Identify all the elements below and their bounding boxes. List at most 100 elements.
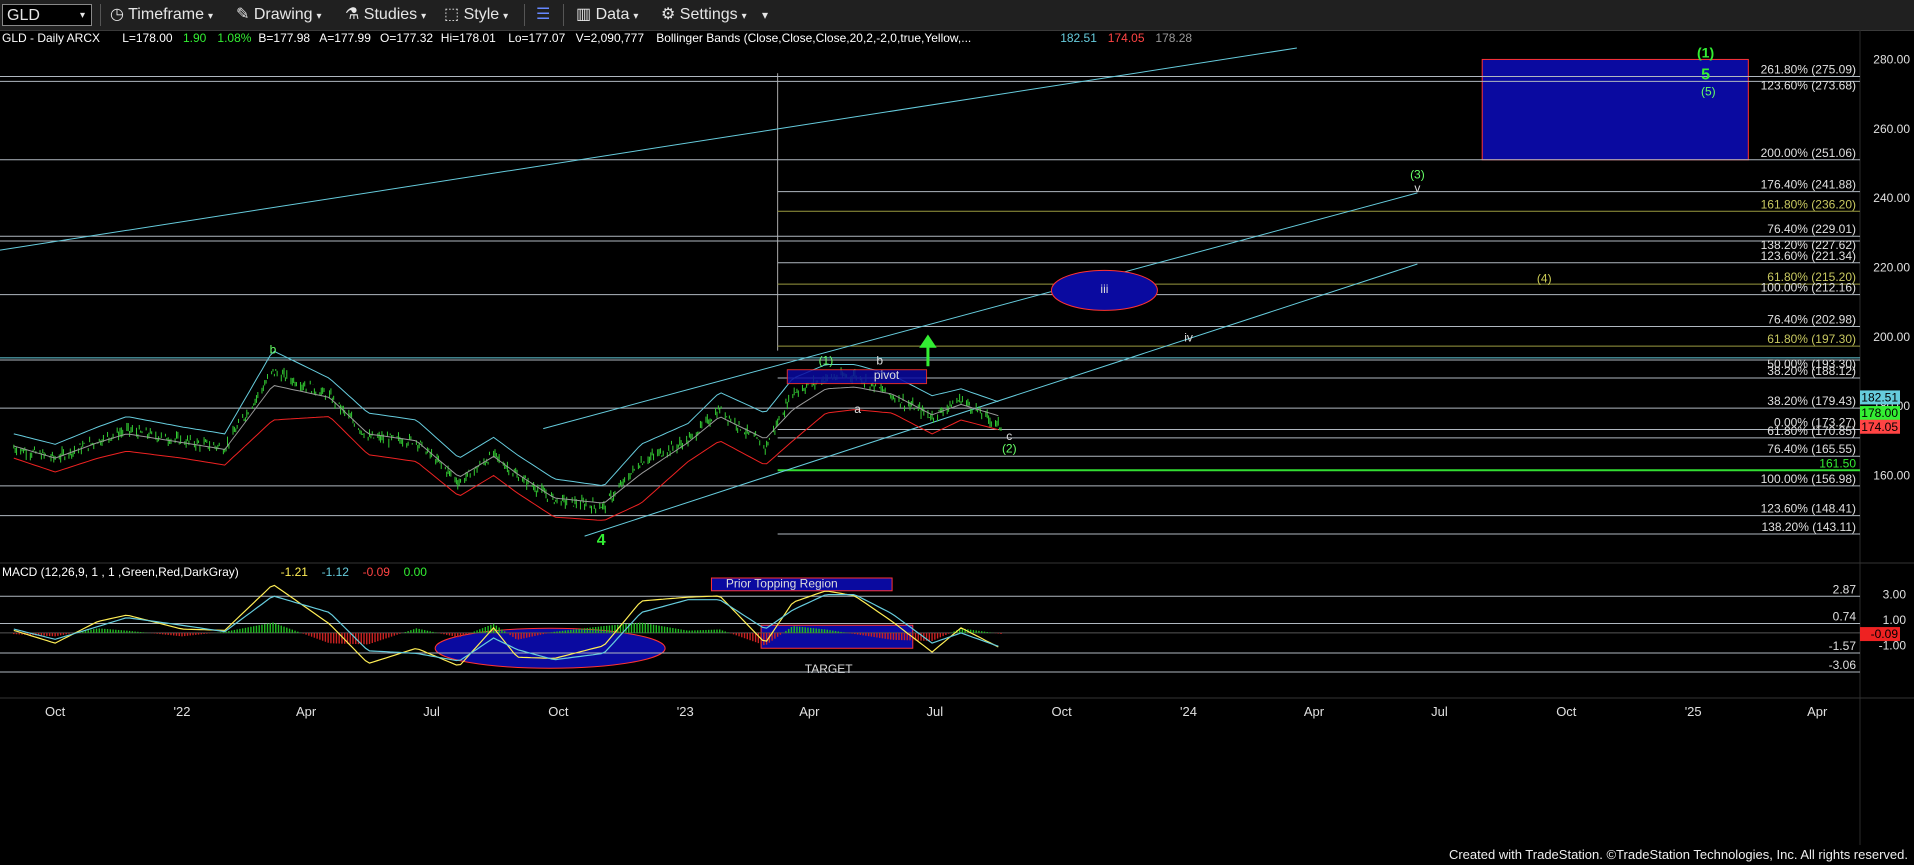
x-axis-tick: '22 bbox=[174, 704, 191, 719]
chevron-down-icon: ▾ bbox=[503, 11, 509, 22]
x-axis-tick: Apr bbox=[799, 704, 820, 719]
x-axis-tick: '24 bbox=[1180, 704, 1197, 719]
fib-label-13: 38.20% (188.12) bbox=[1767, 364, 1856, 378]
pivot-box bbox=[786, 369, 928, 385]
layout-icon: ☰ bbox=[536, 6, 551, 23]
x-axis-tick: Oct bbox=[45, 704, 66, 719]
wave-label-wave_iv: iv bbox=[1184, 331, 1193, 345]
prior-topping-label: Prior Topping Region bbox=[726, 577, 838, 591]
chevron-down-icon: ▾ bbox=[421, 11, 427, 22]
chevron-down-icon: ▾ bbox=[79, 10, 85, 21]
header-value-2: 1.90 bbox=[183, 31, 207, 45]
symbol-selector[interactable]: GLD ▾ bbox=[2, 4, 92, 26]
header-value-6: O=177.32 bbox=[380, 31, 433, 45]
drawing-label: Drawing bbox=[253, 6, 313, 23]
symbol-value: GLD bbox=[7, 7, 40, 24]
settings-button[interactable]: ⚙ Settings ▾ bbox=[661, 4, 747, 26]
fib-label-7: 123.60% (221.34) bbox=[1761, 249, 1856, 263]
macd-level-label-2: -1.57 bbox=[1829, 639, 1857, 653]
header-value-7: Hi=178.01 bbox=[441, 31, 496, 45]
wave-label-wave_5: 5 bbox=[1701, 67, 1710, 84]
data-button[interactable]: ▥ Data ▾ bbox=[576, 4, 638, 26]
x-axis-tick: Oct bbox=[548, 704, 569, 719]
macd-header-value-3: -0.09 bbox=[363, 565, 391, 579]
price-axis-tick: 160.00 bbox=[1873, 468, 1910, 482]
header-value-5: A=177.99 bbox=[319, 31, 371, 45]
header-value-10: Bollinger Bands (Close,Close,Close,20,2,… bbox=[656, 31, 971, 45]
gear-icon: ⚙ bbox=[661, 6, 676, 23]
header-value-12: 174.05 bbox=[1108, 31, 1145, 45]
channel-line-upper bbox=[543, 192, 1418, 430]
more-menu[interactable]: ▾ bbox=[762, 4, 768, 26]
wave-label-wave_2: (2) bbox=[1002, 442, 1017, 456]
layout-button[interactable]: ☰ bbox=[536, 4, 550, 26]
timeframe-button[interactable]: ◷ Timeframe ▾ bbox=[110, 4, 213, 26]
flask-icon: ⚗ bbox=[345, 6, 360, 23]
fib-label-17: 76.40% (165.55) bbox=[1767, 442, 1856, 456]
fib-label-0: 261.80% (275.09) bbox=[1761, 62, 1856, 76]
x-axis-tick: '23 bbox=[677, 704, 694, 719]
macd-header-value-1: -1.21 bbox=[281, 565, 309, 579]
channel-upper-outer bbox=[0, 47, 1297, 251]
x-axis-tick: Jul bbox=[423, 704, 440, 719]
timeframe-label: Timeframe bbox=[128, 6, 204, 23]
macd-level-label-0: 2.87 bbox=[1833, 582, 1857, 596]
fib-label-11: 61.80% (197.30) bbox=[1767, 332, 1856, 346]
x-axis-tick: '25 bbox=[1685, 704, 1702, 719]
price-axis-tick: 240.00 bbox=[1873, 191, 1910, 205]
price-axis-tick: 280.00 bbox=[1873, 52, 1910, 66]
price-axis-tick: 200.00 bbox=[1873, 330, 1910, 344]
price-bars bbox=[13, 367, 1002, 514]
fib-label-2: 200.00% (251.06) bbox=[1761, 146, 1856, 160]
macd-level-label-1: 0.74 bbox=[1833, 609, 1857, 623]
settings-label: Settings bbox=[679, 6, 738, 23]
x-axis-tick: Apr bbox=[1807, 704, 1828, 719]
target-label: TARGET bbox=[805, 662, 853, 676]
macd-level-label-3: -3.06 bbox=[1829, 658, 1857, 672]
header-value-1: L=178.00 bbox=[122, 31, 173, 45]
x-axis-tick: Jul bbox=[1431, 704, 1448, 719]
last-price-tag: 174.05 bbox=[1861, 420, 1898, 434]
header-value-3: 1.08% bbox=[217, 31, 251, 45]
header-value-0: GLD - Daily ARCX bbox=[2, 31, 100, 45]
wave-label-wave_a: a bbox=[854, 402, 861, 416]
up-arrow-icon bbox=[919, 334, 937, 367]
toolbar-divider bbox=[524, 4, 525, 26]
wave-label-wave_1: (1) bbox=[819, 354, 834, 368]
studies-button[interactable]: ⚗ Studies ▾ bbox=[345, 4, 426, 26]
wave-label-pivot: pivot bbox=[874, 368, 900, 382]
drawing-button[interactable]: ✎ Drawing ▾ bbox=[236, 4, 322, 26]
fib-label-3: 176.40% (241.88) bbox=[1761, 178, 1856, 192]
wave-label-wave_b2: b bbox=[876, 354, 883, 368]
fib-label-14: 38.20% (179.43) bbox=[1767, 394, 1856, 408]
fib-label-20: 123.60% (148.41) bbox=[1761, 502, 1856, 516]
fib-label-5: 76.40% (229.01) bbox=[1767, 222, 1856, 236]
wave-label-wave_3: (3) bbox=[1410, 167, 1425, 181]
fib-label-16: 61.80% (170.85) bbox=[1767, 424, 1856, 438]
wave-label-wave_iii: iii bbox=[1100, 282, 1108, 296]
fib-label-18: 161.50 bbox=[1819, 456, 1856, 470]
fib-label-10: 76.40% (202.98) bbox=[1767, 312, 1856, 326]
chevron-down-icon: ▾ bbox=[207, 11, 214, 22]
x-axis-tick: Oct bbox=[1556, 704, 1577, 719]
chart-canvas[interactable]: GLD - Daily ARCX L=178.00 1.90 1.08% B=177.9… bbox=[0, 30, 1914, 845]
wave-label-wave_b: b bbox=[270, 342, 277, 356]
fib-label-4: 161.80% (236.20) bbox=[1761, 197, 1856, 211]
style-button[interactable]: ⬚ Style ▾ bbox=[444, 4, 508, 26]
fib-label-19: 100.00% (156.98) bbox=[1761, 472, 1856, 486]
header-value-9: V=2,090,777 bbox=[576, 31, 645, 45]
clock-icon: ◷ bbox=[110, 6, 124, 23]
bollinger-middle bbox=[13, 385, 999, 504]
toolbar-divider bbox=[100, 4, 101, 26]
x-axis-tick: Oct bbox=[1052, 704, 1073, 719]
header-value-4: B=177.98 bbox=[258, 31, 310, 45]
style-label: Style bbox=[463, 6, 500, 23]
macd-header-value-4: 0.00 bbox=[404, 565, 428, 579]
fib-label-1: 123.60% (273.68) bbox=[1761, 78, 1856, 92]
toolbar-divider bbox=[563, 4, 564, 26]
header-value-8: Lo=177.07 bbox=[508, 31, 565, 45]
macd-header-value-2: -1.12 bbox=[322, 565, 350, 579]
x-axis-tick: Apr bbox=[1304, 704, 1325, 719]
wave-label-wave_5p: (5) bbox=[1701, 84, 1716, 98]
macd-axis-tick: 1.00 bbox=[1883, 613, 1907, 627]
